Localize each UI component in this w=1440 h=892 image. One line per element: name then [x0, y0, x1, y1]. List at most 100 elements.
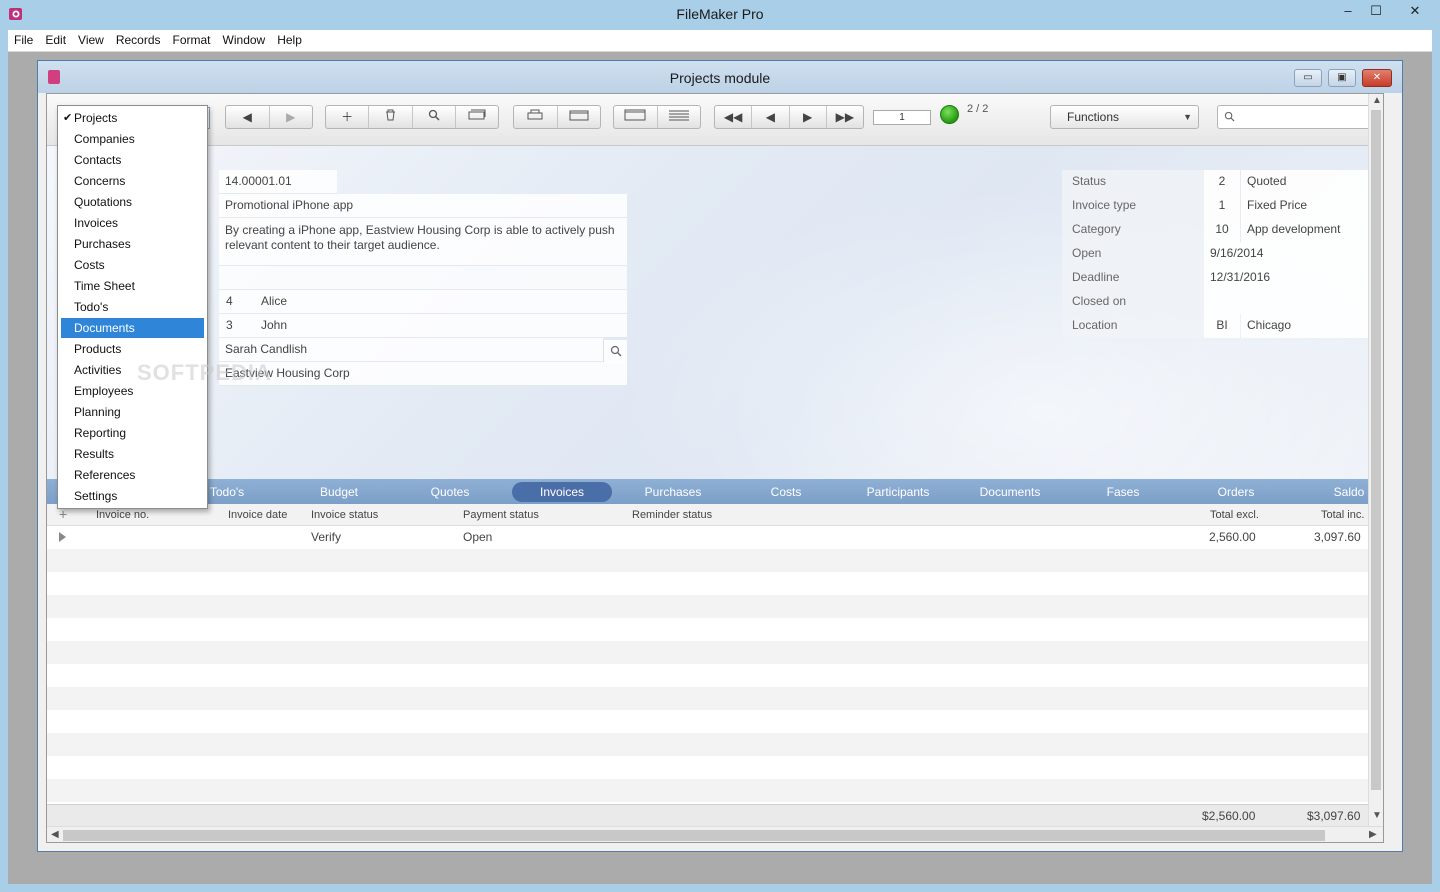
- layout-item-settings[interactable]: Settings: [61, 486, 204, 506]
- participant-row-2[interactable]: 3 John: [219, 314, 627, 338]
- form-view-button[interactable]: [614, 106, 658, 128]
- project-number-field[interactable]: 14.00001.01: [219, 170, 337, 194]
- tab-quotes[interactable]: Quotes: [410, 482, 490, 502]
- layout-item-todos[interactable]: Todo's: [61, 297, 204, 317]
- checkmark-icon: ✔: [63, 112, 73, 124]
- forward-button[interactable]: ▶: [270, 106, 313, 128]
- layout-item-projects[interactable]: ✔ Projects: [61, 108, 204, 128]
- document-close-button[interactable]: ✕: [1362, 69, 1392, 87]
- previous-record-button[interactable]: ◀: [752, 106, 790, 128]
- list-view-button[interactable]: [658, 106, 701, 128]
- sort-button[interactable]: [456, 106, 498, 128]
- horizontal-scroll-thumb[interactable]: [63, 830, 1325, 841]
- tab-fases[interactable]: Fases: [1083, 482, 1163, 502]
- next-record-button[interactable]: ▶: [790, 106, 827, 128]
- document-minimize-button[interactable]: ▭: [1294, 69, 1322, 87]
- cards-icon: [468, 109, 486, 120]
- tab-budget[interactable]: Budget: [299, 482, 379, 502]
- tab-orders[interactable]: Orders: [1196, 482, 1276, 502]
- layout-item-concerns[interactable]: Concerns: [61, 171, 204, 191]
- app-close-button[interactable]: ✕: [1396, 0, 1434, 22]
- layout-item-costs[interactable]: Costs: [61, 255, 204, 275]
- empty-table-row: [47, 664, 1377, 687]
- functions-dropdown[interactable]: Functions ▼: [1050, 105, 1199, 129]
- app-titlebar: FileMaker Pro – ☐ ✕: [0, 0, 1440, 30]
- search-box[interactable]: [1217, 105, 1382, 129]
- project-name-field[interactable]: Promotional iPhone app: [219, 194, 627, 218]
- tab-participants[interactable]: Participants: [853, 482, 943, 502]
- location-code: BI: [1204, 314, 1240, 338]
- delete-record-button[interactable]: [369, 106, 413, 128]
- scroll-up-icon[interactable]: ▲: [1372, 95, 1382, 106]
- scroll-left-icon[interactable]: ◀: [51, 829, 59, 840]
- cell-payment-status: Open: [463, 530, 493, 544]
- preview-button[interactable]: [558, 106, 601, 128]
- layout-item-time-sheet[interactable]: Time Sheet: [61, 276, 204, 296]
- project-description-field[interactable]: By creating a iPhone app, Eastview Housi…: [219, 218, 627, 266]
- closed-on-row[interactable]: Closed on: [1062, 290, 1377, 314]
- project-extra-field[interactable]: [219, 266, 627, 290]
- record-number-field[interactable]: 1: [873, 110, 931, 125]
- menu-view[interactable]: View: [72, 30, 110, 51]
- empty-table-row: [47, 572, 1377, 595]
- invoices-table: Verify Open 2,560.00 3,097.60: [47, 526, 1377, 804]
- layout-item-contacts[interactable]: Contacts: [61, 150, 204, 170]
- back-button[interactable]: ◀: [226, 106, 270, 128]
- participant-row-1[interactable]: 4 Alice: [219, 290, 627, 314]
- layout-item-planning[interactable]: Planning: [61, 402, 204, 422]
- search-icon: [1224, 111, 1235, 122]
- layout-item-quotations[interactable]: Quotations: [61, 192, 204, 212]
- go-to-record-icon[interactable]: [59, 532, 66, 542]
- horizontal-scrollbar[interactable]: ◀ ▶: [47, 826, 1383, 842]
- scroll-right-icon[interactable]: ▶: [1369, 829, 1377, 840]
- layout-item-documents[interactable]: Documents: [61, 318, 204, 338]
- menu-bar: File Edit View Records Format Window Help: [8, 30, 1432, 52]
- invoices-totals: $2,560.00 $3,097.60: [47, 804, 1377, 826]
- menu-help[interactable]: Help: [271, 30, 308, 51]
- print-button[interactable]: [514, 106, 558, 128]
- first-record-button[interactable]: ◀◀: [715, 106, 753, 128]
- location-row[interactable]: Location BI Chicago: [1062, 314, 1377, 338]
- layout-item-products[interactable]: Products: [61, 339, 204, 359]
- open-date-row[interactable]: Open 9/16/2014: [1062, 242, 1377, 266]
- layout-item-references[interactable]: References: [61, 465, 204, 485]
- menu-format[interactable]: Format: [167, 30, 217, 51]
- document-restore-button[interactable]: ▣: [1328, 69, 1356, 87]
- layout-item-purchases[interactable]: Purchases: [61, 234, 204, 254]
- empty-table-row: [47, 733, 1377, 756]
- tab-purchases[interactable]: Purchases: [633, 482, 713, 502]
- menu-records[interactable]: Records: [110, 30, 167, 51]
- invoice-type-row[interactable]: Invoice type 1 Fixed Price: [1062, 194, 1377, 218]
- last-record-button[interactable]: ▶▶: [827, 106, 863, 128]
- app-minimize-button[interactable]: –: [1333, 0, 1363, 22]
- scroll-down-icon[interactable]: ▼: [1372, 810, 1382, 821]
- empty-table-row: [47, 595, 1377, 618]
- table-row[interactable]: Verify Open 2,560.00 3,097.60: [47, 526, 1377, 549]
- status-row[interactable]: Status 2 Quoted: [1062, 170, 1377, 194]
- menu-window[interactable]: Window: [217, 30, 272, 51]
- vertical-scroll-thumb[interactable]: [1371, 110, 1381, 790]
- tab-costs[interactable]: Costs: [746, 482, 826, 502]
- menu-file[interactable]: File: [8, 30, 39, 51]
- layout-item-reporting[interactable]: Reporting: [61, 423, 204, 443]
- menu-edit[interactable]: Edit: [39, 30, 72, 51]
- vertical-scrollbar[interactable]: ▲ ▼: [1368, 94, 1383, 826]
- layout-item-invoices[interactable]: Invoices: [61, 213, 204, 233]
- participant-2-name: John: [261, 318, 288, 332]
- tab-invoices[interactable]: Invoices: [512, 482, 612, 502]
- contact-field[interactable]: Sarah Candlish: [219, 338, 603, 362]
- cell-total-inc: 3,097.60: [1314, 530, 1361, 544]
- layout-item-results[interactable]: Results: [61, 444, 204, 464]
- contact-lookup-button[interactable]: [603, 340, 627, 363]
- app-maximize-button[interactable]: ☐: [1361, 0, 1391, 22]
- find-button[interactable]: [413, 106, 456, 128]
- category-row[interactable]: Category 10 App development: [1062, 218, 1377, 242]
- col-total-inc: Total inc.: [1321, 509, 1365, 521]
- company-field[interactable]: Eastview Housing Corp: [219, 362, 627, 386]
- deadline-row[interactable]: Deadline 12/31/2016: [1062, 266, 1377, 290]
- col-payment-status: Payment status: [463, 509, 539, 521]
- tab-documents[interactable]: Documents: [965, 482, 1055, 502]
- layout-item-companies[interactable]: Companies: [61, 129, 204, 149]
- search-input[interactable]: [1240, 108, 1380, 126]
- new-record-button[interactable]: ＋: [326, 106, 370, 128]
